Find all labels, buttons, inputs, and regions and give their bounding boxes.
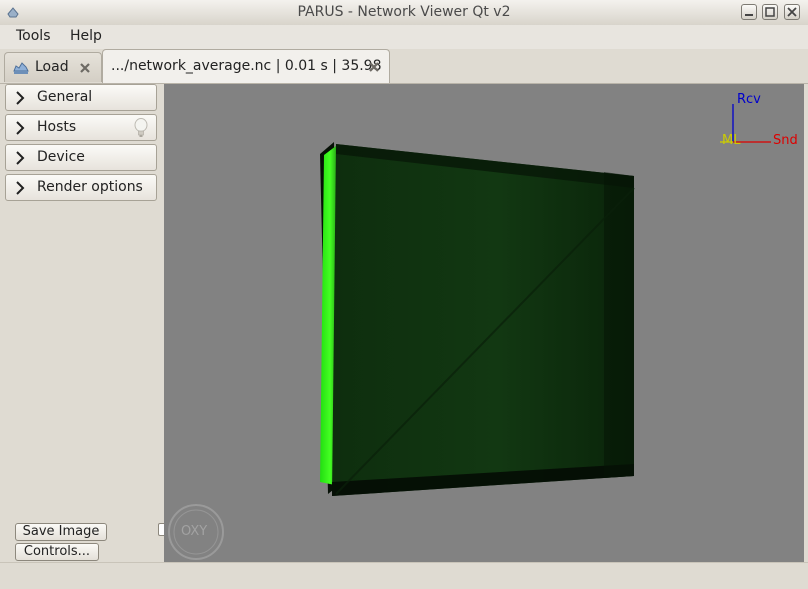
axis-label-ml: ML: [722, 133, 741, 148]
axis-label-rcv: Rcv: [737, 92, 761, 107]
oxy-gizmo-label[interactable]: OXY: [181, 524, 207, 539]
tab-close-icon[interactable]: [367, 60, 381, 74]
tab-close-icon[interactable]: [78, 61, 92, 75]
menu-help[interactable]: Help: [70, 28, 102, 44]
maximize-button[interactable]: [762, 4, 778, 20]
save-image-button[interactable]: Save Image: [15, 523, 107, 541]
lightbulb-icon[interactable]: [134, 118, 148, 138]
minimize-icon: [745, 14, 753, 16]
window-titlebar[interactable]: PARUS - Network Viewer Qt v2: [0, 0, 808, 26]
section-general[interactable]: General: [5, 84, 157, 111]
close-window-button[interactable]: [784, 4, 800, 20]
chevron-right-icon: [16, 91, 25, 105]
close-icon: [787, 7, 797, 17]
section-hosts-label: Hosts: [37, 119, 77, 135]
menu-bar: Tools Help: [0, 25, 808, 49]
menu-tools[interactable]: Tools: [16, 28, 51, 44]
tab-load-label: Load: [35, 59, 69, 75]
section-render-options-label: Render options: [37, 179, 143, 195]
tab-network-average-label: .../network_average.nc | 0.01 s | 35.98: [111, 58, 382, 74]
window-title: PARUS - Network Viewer Qt v2: [297, 4, 511, 20]
tab-network-average[interactable]: .../network_average.nc | 0.01 s | 35.98: [102, 49, 390, 83]
chevron-right-icon: [16, 151, 25, 165]
tab-bar: Load .../network_average.nc | 0.01 s | 3…: [0, 49, 808, 84]
maximize-icon: [765, 7, 775, 17]
section-render-options[interactable]: Render options: [5, 174, 157, 201]
section-device[interactable]: Device: [5, 144, 157, 171]
render-viewport[interactable]: Rcv Snd ML OXY: [164, 84, 804, 562]
section-device-label: Device: [37, 149, 85, 165]
minimize-button[interactable]: [741, 4, 757, 20]
chevron-right-icon: [16, 121, 25, 135]
controls-button[interactable]: Controls...: [15, 543, 99, 561]
status-bar: [0, 562, 808, 589]
section-general-label: General: [37, 89, 93, 105]
load-icon: [13, 62, 29, 74]
sidebar: General Hosts Device Render options: [0, 84, 163, 562]
tab-load[interactable]: Load: [4, 52, 102, 82]
axis-label-snd: Snd: [773, 133, 798, 148]
section-hosts[interactable]: Hosts: [5, 114, 157, 141]
network-matrix-render: [168, 104, 771, 560]
chevron-right-icon: [16, 181, 25, 195]
